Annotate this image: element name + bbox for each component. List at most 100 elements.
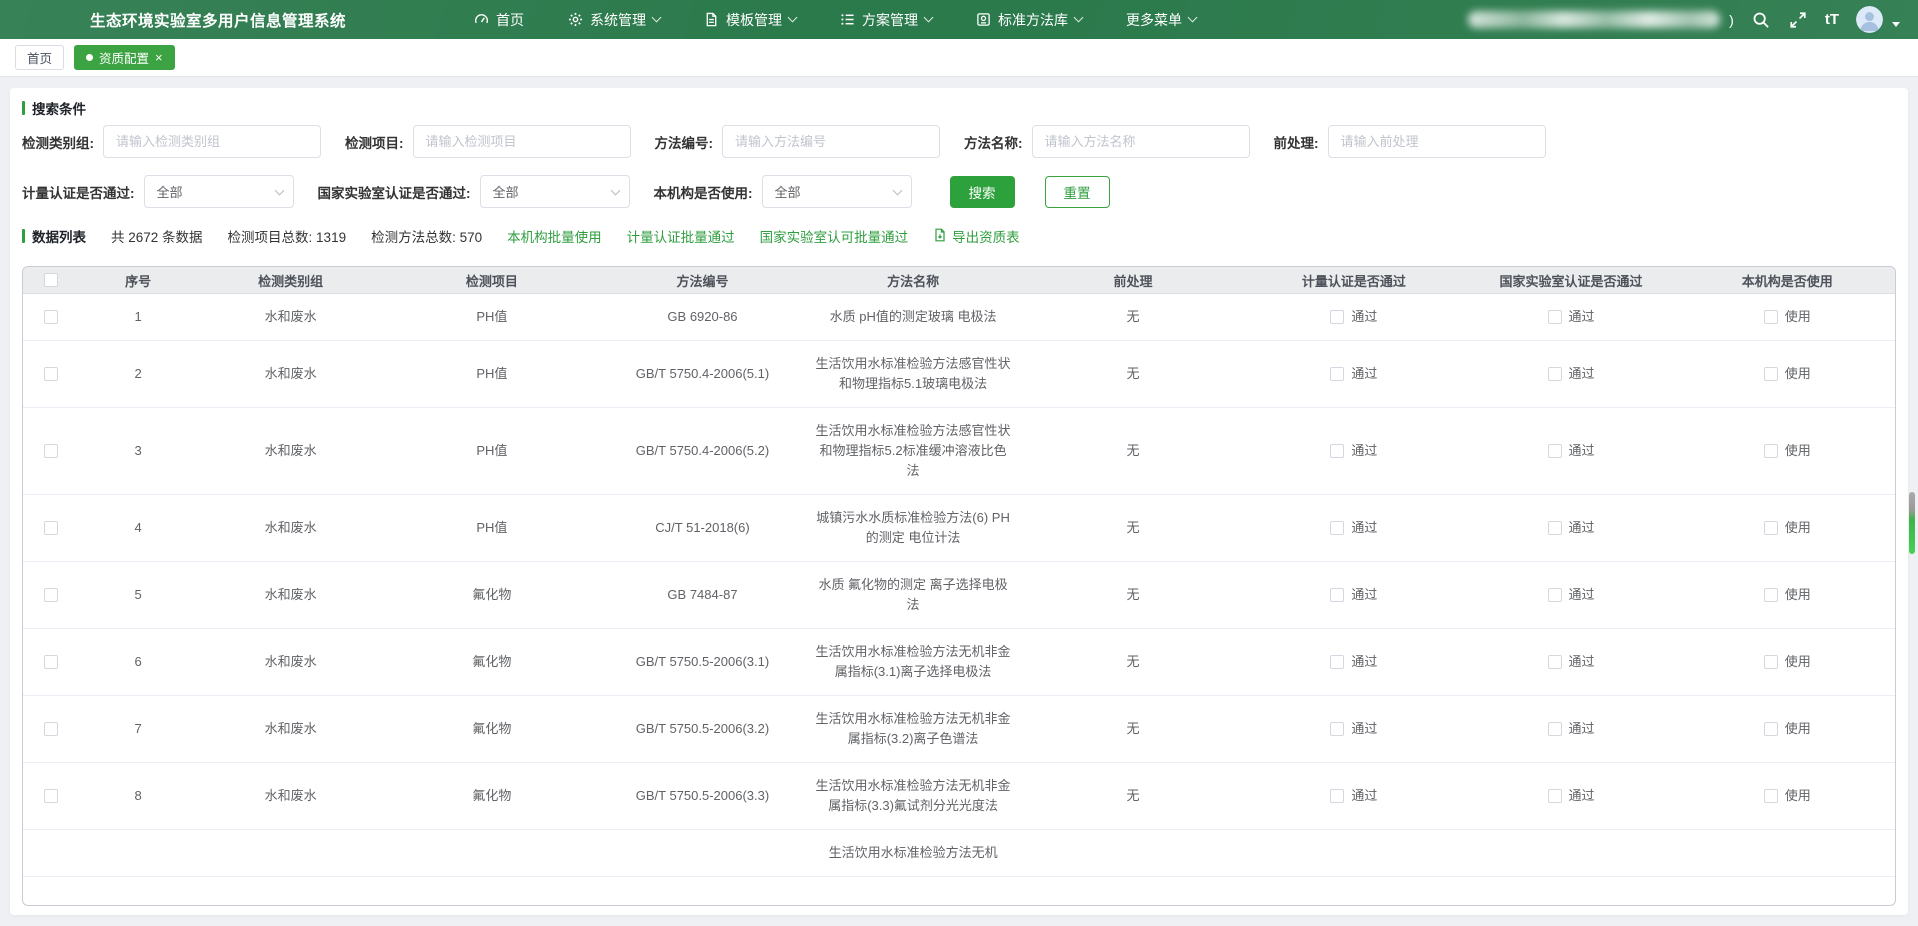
method-name-input[interactable] [1032, 125, 1250, 158]
org-use-label: 使用 [1785, 719, 1811, 739]
row-checkbox[interactable] [44, 789, 58, 803]
menu-standard-library-label: 标准方法库 [998, 10, 1068, 30]
org-use-label: 使用 [1785, 786, 1811, 806]
org-use-checkbox[interactable] [1764, 789, 1778, 803]
row-checkbox[interactable] [44, 444, 58, 458]
font-size-icon[interactable]: tT [1825, 11, 1839, 28]
menu-standard-library[interactable]: 标准方法库 [976, 10, 1082, 30]
menu-template[interactable]: 模板管理 [704, 10, 796, 30]
org-use-checkbox[interactable] [1764, 521, 1778, 535]
cnas-pass-checkbox[interactable] [1548, 444, 1562, 458]
row-checkbox[interactable] [44, 722, 58, 736]
search-button[interactable]: 搜索 [950, 176, 1015, 208]
org-use-checkbox[interactable] [1764, 444, 1778, 458]
menu-system-label: 系统管理 [590, 10, 646, 30]
cnas-pass-checkbox[interactable] [1548, 655, 1562, 669]
cnas-pass-checkbox[interactable] [1548, 521, 1562, 535]
metrology-pass-label: 通过 [1351, 719, 1377, 739]
cnas-pass-checkbox[interactable] [1548, 588, 1562, 602]
org-use-label: 使用 [1785, 652, 1811, 672]
menu-system[interactable]: 系统管理 [568, 10, 660, 30]
row-checkbox[interactable] [44, 521, 58, 535]
table-row: 5 水和废水 氟化物 GB 7484-87 水质 氟化物的测定 离子选择电极法 … [23, 562, 1895, 629]
org-use-select[interactable]: 全部 [762, 175, 912, 208]
org-use-label: 使用 [1785, 585, 1811, 605]
cnas-pass-label: 通过 [1569, 364, 1595, 384]
batch-use-link[interactable]: 本机构批量使用 [507, 226, 602, 246]
caret-down-icon [1892, 22, 1900, 27]
fullscreen-icon[interactable] [1788, 10, 1808, 30]
chevron-down-icon [652, 13, 662, 23]
menu-plan[interactable]: 方案管理 [840, 10, 932, 30]
library-icon [976, 12, 991, 27]
batch-metrology-pass-link[interactable]: 计量认证批量通过 [627, 226, 735, 246]
org-use-checkbox[interactable] [1764, 310, 1778, 324]
scrollbar-thumb[interactable] [1909, 492, 1915, 554]
metrology-pass-checkbox[interactable] [1330, 655, 1344, 669]
cnas-pass-checkbox[interactable] [1548, 310, 1562, 324]
menu-home[interactable]: 首页 [474, 10, 524, 30]
batch-cnas-pass-link[interactable]: 国家实验室认可批量通过 [760, 226, 909, 246]
avatar[interactable] [1856, 6, 1883, 33]
item-cell: PH值 [384, 341, 599, 407]
item-cell: 氟化物 [384, 562, 599, 628]
field-org-use-label: 本机构是否使用: [654, 182, 753, 202]
metrology-pass-checkbox[interactable] [1330, 444, 1344, 458]
org-use-checkbox[interactable] [1764, 588, 1778, 602]
column-header-cnas: 国家实验室认证是否通过 [1462, 271, 1679, 290]
code-cell: GB/T 5750.5-2006(3.1) [600, 629, 806, 695]
row-checkbox[interactable] [44, 310, 58, 324]
cnas-pass-checkbox[interactable] [1548, 722, 1562, 736]
group-cell: 水和废水 [197, 696, 384, 762]
metrology-pass-checkbox[interactable] [1330, 310, 1344, 324]
cnas-pass-select[interactable]: 全部 [480, 175, 630, 208]
cnas-pass-label: 通过 [1569, 652, 1595, 672]
org-use-checkbox[interactable] [1764, 655, 1778, 669]
field-pretreatment: 前处理: [1274, 125, 1546, 158]
cnas-pass-checkbox[interactable] [1548, 789, 1562, 803]
item-cell: PH值 [384, 495, 599, 561]
table-row: 8 水和废水 氟化物 GB/T 5750.5-2006(3.3) 生活饮用水标准… [23, 763, 1895, 830]
category-group-input[interactable] [103, 125, 321, 158]
row-checkbox[interactable] [44, 588, 58, 602]
metrology-pass-label: 通过 [1351, 441, 1377, 461]
metrology-pass-select[interactable]: 全部 [144, 175, 294, 208]
name-text: 城镇污水水质标准检验方法(6) PH的测定 电位计法 [815, 508, 1011, 548]
metrology-pass-checkbox[interactable] [1330, 588, 1344, 602]
close-icon[interactable]: × [155, 51, 163, 64]
pre-cell: 无 [1021, 294, 1246, 340]
metrology-pass-label: 通过 [1351, 307, 1377, 327]
org-use-checkbox[interactable] [1764, 367, 1778, 381]
row-checkbox[interactable] [44, 655, 58, 669]
item-cell: 氟化物 [384, 763, 599, 829]
menu-more[interactable]: 更多菜单 [1126, 10, 1196, 30]
metrology-pass-checkbox[interactable] [1330, 367, 1344, 381]
tab-home[interactable]: 首页 [15, 45, 64, 70]
main-card: 搜索条件 检测类别组: 检测项目: 方法编号: 方法名称: 前处理: 计量认证是… [10, 88, 1908, 915]
column-header-pre: 前处理 [1021, 271, 1246, 290]
pretreatment-input[interactable] [1328, 125, 1546, 158]
test-item-input[interactable] [413, 125, 631, 158]
cnas-pass-checkbox[interactable] [1548, 367, 1562, 381]
export-qualification-link[interactable]: 导出资质表 [933, 226, 1020, 246]
group-cell: 水和废水 [197, 629, 384, 695]
list-section-title: 数据列表 [32, 226, 86, 246]
tab-strip: 首页 资质配置 × [0, 39, 1918, 77]
metrology-pass-checkbox[interactable] [1330, 789, 1344, 803]
method-code-input[interactable] [722, 125, 940, 158]
tab-qualification-config[interactable]: 资质配置 × [74, 45, 175, 70]
search-icon[interactable] [1751, 10, 1771, 30]
total-methods-stat: 检测方法总数: 570 [371, 226, 482, 246]
seq-cell: 3 [79, 408, 197, 494]
topbar-right: ) tT [1468, 6, 1900, 33]
metrology-pass-checkbox[interactable] [1330, 722, 1344, 736]
reset-button[interactable]: 重置 [1045, 176, 1110, 208]
row-checkbox[interactable] [44, 367, 58, 381]
metrology-pass-checkbox[interactable] [1330, 521, 1344, 535]
chevron-down-icon [1188, 13, 1198, 23]
select-all-checkbox[interactable] [44, 273, 58, 287]
export-file-icon [933, 228, 947, 245]
document-icon [704, 12, 719, 27]
menu-plan-label: 方案管理 [862, 10, 918, 30]
org-use-checkbox[interactable] [1764, 722, 1778, 736]
